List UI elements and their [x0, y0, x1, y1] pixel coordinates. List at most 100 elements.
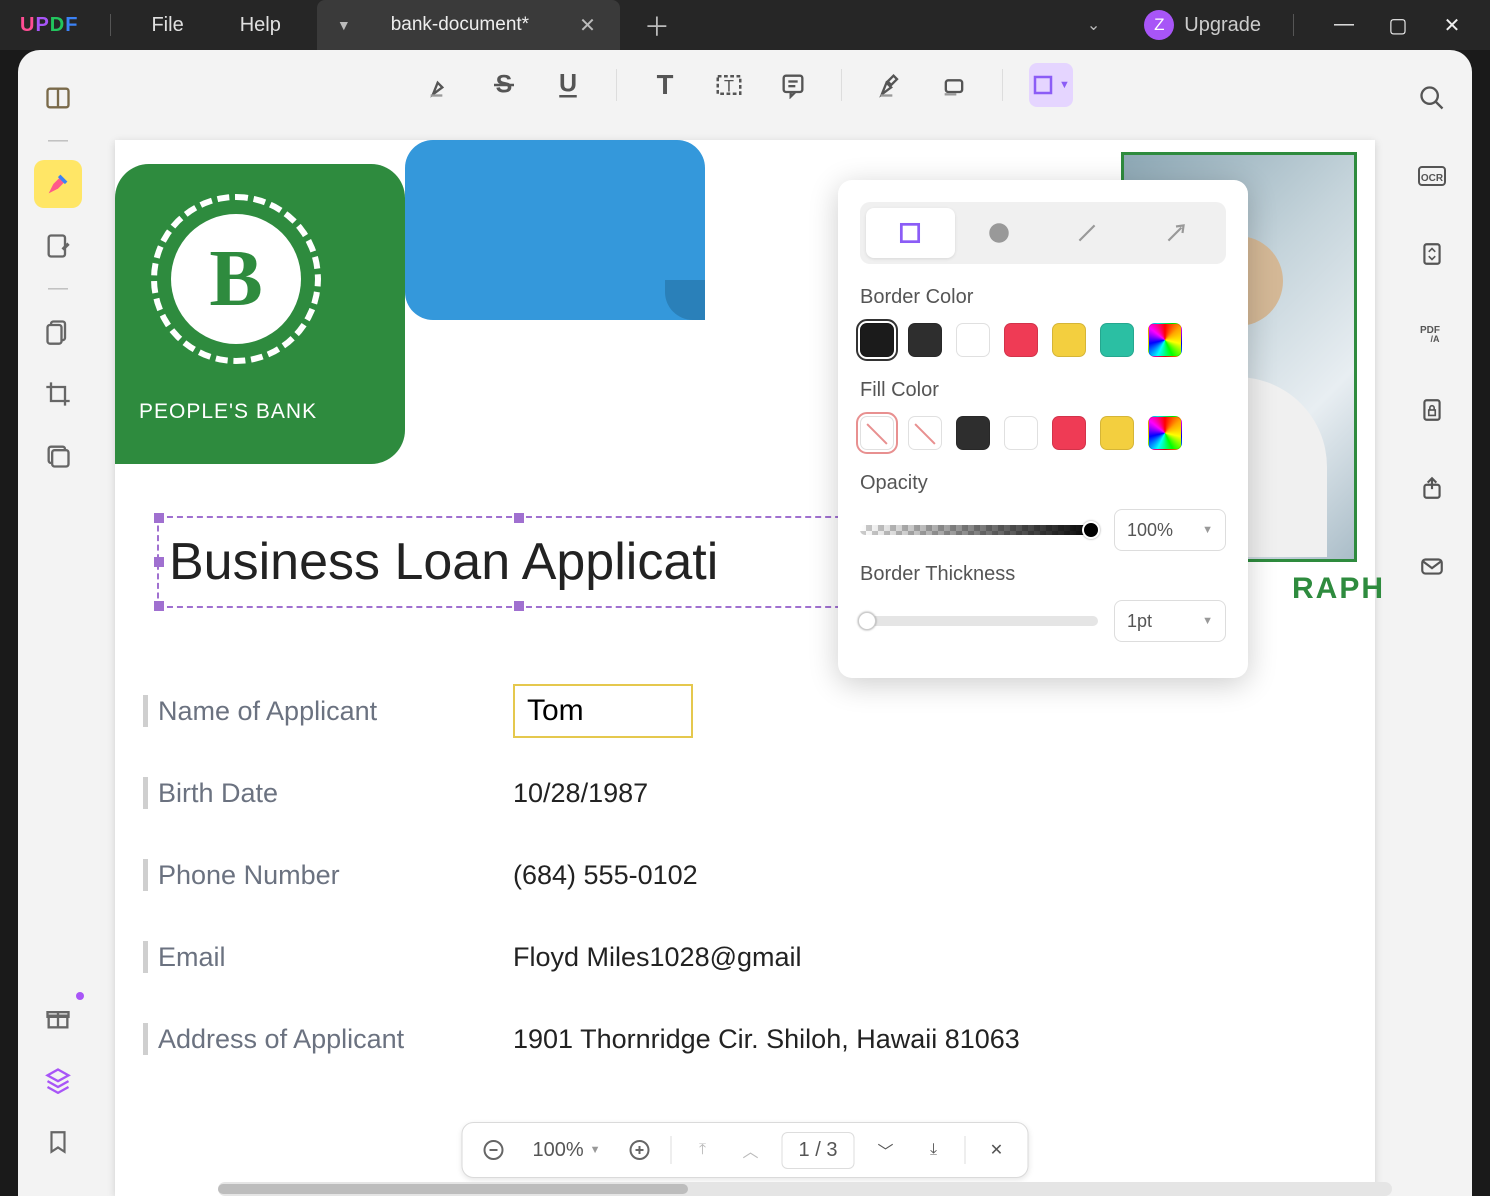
horizontal-scrollbar[interactable] — [218, 1182, 1392, 1196]
resize-handle[interactable] — [514, 513, 524, 523]
menu-help[interactable]: Help — [212, 14, 309, 37]
upgrade-button[interactable]: Z Upgrade — [1124, 10, 1281, 40]
prev-page-button[interactable]: ︿ — [734, 1133, 768, 1167]
separator: — — [48, 136, 68, 146]
gift-button[interactable] — [34, 994, 82, 1042]
title-selection[interactable]: Business Loan Applicati — [157, 516, 881, 608]
close-window-button[interactable]: ✕ — [1440, 13, 1464, 38]
opacity-slider[interactable] — [860, 525, 1098, 535]
crop-icon — [44, 380, 72, 408]
reader-mode-button[interactable] — [34, 74, 82, 122]
marker-icon — [426, 71, 454, 99]
lock-page-icon — [1419, 397, 1445, 423]
tools-button[interactable] — [34, 432, 82, 480]
border-color-label: Border Color — [860, 286, 1226, 309]
bank-name: PEOPLE'S BANK — [139, 400, 317, 424]
shape-tool[interactable]: ▼ — [1029, 63, 1073, 107]
convert-button[interactable] — [1408, 230, 1456, 278]
swatch-custom[interactable] — [1148, 323, 1182, 357]
maximize-button[interactable]: ▢ — [1386, 13, 1410, 38]
textbox-tool[interactable]: T — [707, 63, 751, 107]
swatch-dark[interactable] — [908, 323, 942, 357]
crop-button[interactable] — [34, 370, 82, 418]
layers-button[interactable] — [34, 1056, 82, 1104]
note-tool[interactable] — [771, 63, 815, 107]
tabs-dropdown-icon[interactable]: ⌄ — [1063, 15, 1124, 35]
highlight-tool[interactable] — [418, 63, 462, 107]
menu-file[interactable]: File — [123, 14, 211, 37]
underline-tool[interactable]: U — [546, 63, 590, 107]
titlebar: UPDF File Help ▼ bank-document* ✕ ＋ ⌄ Z … — [0, 0, 1490, 50]
swatch-none[interactable] — [860, 416, 894, 450]
close-icon[interactable]: ✕ — [569, 13, 606, 38]
swatch-white[interactable] — [956, 323, 990, 357]
pencil-tool[interactable] — [868, 63, 912, 107]
minimize-button[interactable]: ― — [1332, 13, 1356, 38]
shape-line[interactable] — [1043, 208, 1132, 258]
field-value: (684) 555-0102 — [513, 860, 698, 891]
swatch-dark[interactable] — [956, 416, 990, 450]
organize-pages-button[interactable] — [34, 308, 82, 356]
swatch-red[interactable] — [1004, 323, 1038, 357]
zoom-in-button[interactable] — [623, 1133, 657, 1167]
chevron-down-icon[interactable]: ▼ — [337, 17, 351, 33]
opacity-select[interactable]: 100% ▼ — [1114, 509, 1226, 551]
strikethrough-tool[interactable]: S — [482, 63, 526, 107]
swatch-none-white[interactable] — [908, 416, 942, 450]
resize-handle[interactable] — [514, 601, 524, 611]
thickness-slider[interactable] — [860, 616, 1098, 626]
zoom-out-button[interactable] — [477, 1133, 511, 1167]
thickness-label: Border Thickness — [860, 563, 1226, 586]
ocr-button[interactable]: OCR — [1408, 152, 1456, 200]
swatch-yellow[interactable] — [1100, 416, 1134, 450]
resize-handle[interactable] — [154, 601, 164, 611]
swatch-black[interactable] — [860, 323, 894, 357]
svg-text:U: U — [558, 70, 576, 97]
swatch-white[interactable] — [1004, 416, 1038, 450]
page-input[interactable]: 1 / 3 — [782, 1132, 855, 1169]
new-tab-button[interactable]: ＋ — [620, 7, 694, 44]
comment-mode-button[interactable] — [34, 160, 82, 208]
convert-icon — [1419, 241, 1445, 267]
resize-handle[interactable] — [154, 557, 164, 567]
document-tab[interactable]: ▼ bank-document* ✕ — [317, 0, 620, 50]
shape-rectangle[interactable] — [866, 208, 955, 258]
main-area: S U T T ▼ B — [98, 50, 1392, 1196]
edit-mode-button[interactable] — [34, 222, 82, 270]
eraser-tool[interactable] — [932, 63, 976, 107]
share-button[interactable] — [1408, 464, 1456, 512]
next-page-button[interactable]: ﹀ — [868, 1133, 902, 1167]
thickness-select[interactable]: 1pt ▼ — [1114, 600, 1226, 642]
text-tool[interactable]: T — [643, 63, 687, 107]
search-button[interactable] — [1408, 74, 1456, 122]
last-page-button[interactable]: ⤓ — [916, 1133, 950, 1167]
textbox-icon: T — [714, 70, 744, 100]
swatch-red[interactable] — [1052, 416, 1086, 450]
bank-logo-block: B PEOPLE'S BANK — [115, 164, 405, 464]
tab-title: bank-document* — [391, 14, 529, 36]
pdfa-button[interactable]: PDF/A — [1408, 308, 1456, 356]
field-row-phone: Phone Number (684) 555-0102 — [143, 834, 1347, 916]
email-button[interactable] — [1408, 542, 1456, 590]
book-icon — [44, 84, 72, 112]
fill-color-label: Fill Color — [860, 379, 1226, 402]
shape-type-selector — [860, 202, 1226, 264]
swatch-custom[interactable] — [1148, 416, 1182, 450]
shape-circle[interactable] — [955, 208, 1044, 258]
shape-arrow[interactable] — [1132, 208, 1221, 258]
resize-handle[interactable] — [154, 513, 164, 523]
upgrade-label: Upgrade — [1184, 14, 1261, 37]
protect-button[interactable] — [1408, 386, 1456, 434]
chevron-down-icon: ▼ — [590, 1144, 601, 1156]
slider-thumb[interactable] — [1082, 521, 1100, 539]
document-title: Business Loan Applicati — [169, 532, 869, 592]
plus-circle-icon — [628, 1138, 652, 1162]
close-pager-button[interactable]: ✕ — [979, 1133, 1013, 1167]
name-input[interactable]: Tom — [513, 684, 693, 738]
first-page-button[interactable]: ⤒ — [686, 1133, 720, 1167]
slider-thumb[interactable] — [858, 612, 876, 630]
bookmark-button[interactable] — [34, 1118, 82, 1166]
swatch-teal[interactable] — [1100, 323, 1134, 357]
zoom-select[interactable]: 100% ▼ — [525, 1139, 609, 1162]
swatch-yellow[interactable] — [1052, 323, 1086, 357]
